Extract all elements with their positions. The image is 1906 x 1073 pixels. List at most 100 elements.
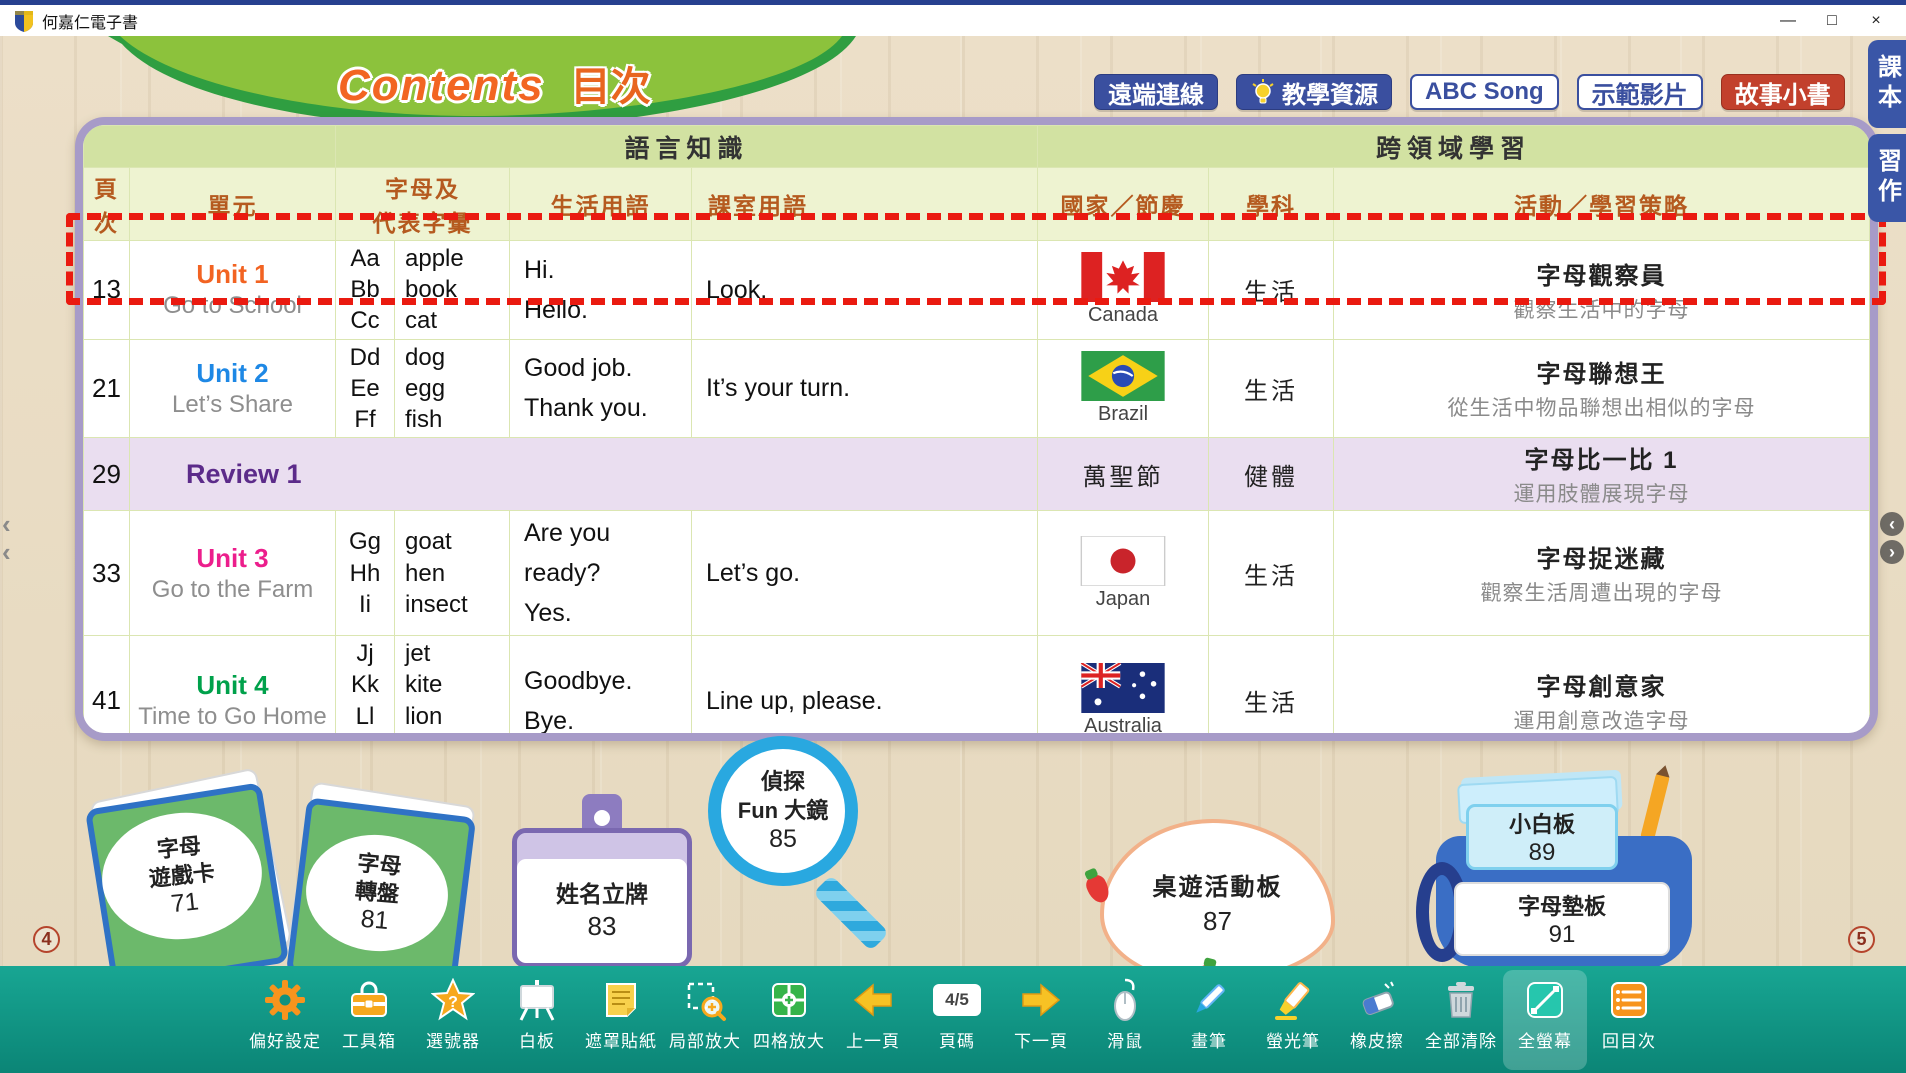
table-row-review1[interactable]: 29 Review 1 萬聖節 健體 字母比一比 1 運用肢體展現字母 (84, 438, 1870, 511)
partial-zoom-button[interactable]: 局部放大 (663, 970, 747, 1070)
cell-country: Brazil (1038, 339, 1209, 438)
col-header-subject: 學科 (1209, 168, 1334, 241)
mouse-button[interactable]: 滑鼠 (1083, 970, 1167, 1070)
col-header-life: 生活用語 (510, 168, 692, 241)
small-whiteboard-label: 小白板 (1509, 807, 1575, 839)
highlighter-button[interactable]: 螢光筆 (1251, 970, 1335, 1070)
back-to-contents-button[interactable]: 回目次 (1587, 970, 1671, 1070)
cell-life-language: Hi. Hello. (510, 241, 692, 340)
table-row-unit2[interactable]: 21 Unit 2 Let’s Share Dd Ee Ff dog egg f… (84, 339, 1870, 438)
eraser-button[interactable]: 橡皮擦 (1335, 970, 1419, 1070)
story-book-button[interactable]: 故事小書 (1721, 74, 1845, 110)
activity-note: 觀察生活中的字母 (1338, 294, 1865, 324)
table-row-unit3[interactable]: 33 Unit 3 Go to the Farm Gg Hh Ii goat h… (84, 511, 1870, 636)
cell-words: jet kite lion monkey (395, 636, 510, 741)
mask-sticker-button[interactable]: 遮罩貼紙 (579, 970, 663, 1070)
name-stand-label: 姓名立牌 (556, 875, 648, 909)
brazil-flag-icon (1080, 351, 1166, 401)
alphabet-game-cards-item[interactable]: 字母 遊戲卡 71 字母 轉盤 81 (88, 781, 488, 993)
country-name: Canada (1088, 304, 1158, 327)
story-book-label: 故事小書 (1735, 75, 1831, 110)
minimize-button[interactable]: — (1766, 7, 1810, 35)
cell-page: 33 (84, 511, 130, 636)
detective-magnifier-item[interactable]: 偵探 Fun 大鏡 85 (700, 736, 900, 976)
cell-page: 29 (84, 438, 130, 511)
abc-song-button[interactable]: ABC Song (1410, 74, 1559, 110)
prev-page-edge-button[interactable]: ‹ (2, 540, 11, 564)
cell-letters: Jj Kk Ll Mm (336, 636, 395, 741)
number-picker-button[interactable]: ? 選號器 (411, 970, 495, 1070)
cell-life-language: Are you ready? Yes. (510, 511, 692, 636)
quad-zoom-button[interactable]: 四格放大 (747, 970, 831, 1070)
abc-song-label: ABC Song (1425, 78, 1544, 106)
easel-icon (513, 976, 561, 1024)
unit-subtitle: Let’s Share (134, 391, 331, 419)
tool-label: 選號器 (426, 1027, 480, 1052)
unit-title: Unit 3 (134, 543, 331, 574)
cell-page: 13 (84, 241, 130, 340)
page-title: Contents 目次 (338, 54, 651, 112)
cell-page: 41 (84, 636, 130, 741)
tool-label: 遮罩貼紙 (585, 1027, 657, 1052)
name-stand-item[interactable]: 姓名立牌 83 (512, 828, 692, 968)
cell-words: apple book cat (395, 241, 510, 340)
contents-table: 語言知識 跨領域學習 頁次 單元 字母及 代表字彙 生活用語 課室用語 國家／節… (75, 117, 1878, 741)
toolbox-button[interactable]: 工具箱 (327, 970, 411, 1070)
pen-button[interactable]: 畫筆 (1167, 970, 1251, 1070)
card-basket-item[interactable]: 小白板 89 字母墊板 91 (1432, 778, 1700, 993)
list-icon (1605, 976, 1653, 1024)
activity-title: 字母聯想王 (1338, 354, 1865, 389)
cell-classroom-language: Let’s go. (692, 511, 1038, 636)
table-row-unit4[interactable]: 41 Unit 4 Time to Go Home Jj Kk Ll Mm je… (84, 636, 1870, 741)
table-column-header-row: 頁次 單元 字母及 代表字彙 生活用語 課室用語 國家／節慶 學科 活動／學習策… (84, 168, 1870, 241)
grid-plus-icon (765, 976, 813, 1024)
cell-words: goat hen insect (395, 511, 510, 636)
arrow-right-icon (1017, 976, 1065, 1024)
clear-all-button[interactable]: 全部清除 (1419, 970, 1503, 1070)
page-corner-right: 5 (1848, 926, 1875, 953)
maximize-button[interactable]: □ (1810, 7, 1854, 35)
table-row-unit1[interactable]: 13 Unit 1 Go to School Aa Bb Cc apple bo… (84, 241, 1870, 340)
activity-note: 運用肢體展現字母 (1338, 478, 1865, 508)
cell-letters: Aa Bb Cc (336, 241, 395, 340)
tool-label: 全螢幕 (1518, 1027, 1572, 1052)
cell-activity: 字母聯想王 從生活中物品聯想出相似的字母 (1334, 339, 1870, 438)
cell-subject: 健體 (1209, 438, 1334, 511)
prev-page-edge-button[interactable]: ‹ (2, 512, 11, 536)
pen-icon (1185, 976, 1233, 1024)
tab-textbook[interactable]: 課本 (1868, 40, 1906, 128)
cell-unit: Unit 4 Time to Go Home (130, 636, 336, 741)
cell-activity: 字母捉迷藏 觀察生活周遭出現的字母 (1334, 511, 1870, 636)
cell-country: Australia (1038, 636, 1209, 741)
lightbulb-icon (1250, 78, 1276, 106)
activity-title: 字母創意家 (1338, 667, 1865, 702)
eraser-icon (1353, 976, 1401, 1024)
next-page-edge-button[interactable]: › (1880, 540, 1904, 564)
fullscreen-button[interactable]: 全螢幕 (1503, 970, 1587, 1070)
prev-page-button[interactable]: 上一頁 (831, 970, 915, 1070)
tab-workbook[interactable]: 習作 (1868, 134, 1906, 222)
demo-video-button[interactable]: 示範影片 (1577, 74, 1703, 110)
teaching-resources-button[interactable]: 教學資源 (1236, 74, 1392, 110)
zoom-region-icon (681, 976, 729, 1024)
cell-page: 21 (84, 339, 130, 438)
preferences-button[interactable]: 偏好設定 (243, 970, 327, 1070)
page-number-indicator[interactable]: 4/5 頁碼 (915, 970, 999, 1070)
board-game-item[interactable]: 桌遊活動板 87 (1100, 819, 1335, 984)
cell-country: Canada (1038, 241, 1209, 340)
tool-label: 局部放大 (669, 1027, 741, 1052)
trash-icon (1437, 976, 1485, 1024)
activity-note: 觀察生活周遭出現的字母 (1338, 577, 1865, 607)
bottom-toolbar: 偏好設定 工具箱 ? 選號器 (0, 966, 1906, 1073)
titlebar: 何嘉仁電子書 — □ × (0, 0, 1906, 36)
col-header-country: 國家／節慶 (1038, 168, 1209, 241)
magnifier-label: 偵探 Fun 大鏡 (738, 768, 828, 825)
next-page-button[interactable]: 下一頁 (999, 970, 1083, 1070)
whiteboard-button[interactable]: 白板 (495, 970, 579, 1070)
prev-page-edge-button[interactable]: ‹ (1880, 512, 1904, 536)
close-button[interactable]: × (1854, 7, 1898, 35)
highlighter-icon (1269, 976, 1317, 1024)
cell-activity: 字母創意家 運用創意改造字母 (1334, 636, 1870, 741)
remote-connect-button[interactable]: 遠端連線 (1094, 74, 1218, 110)
activity-title: 字母比一比 1 (1338, 440, 1865, 475)
